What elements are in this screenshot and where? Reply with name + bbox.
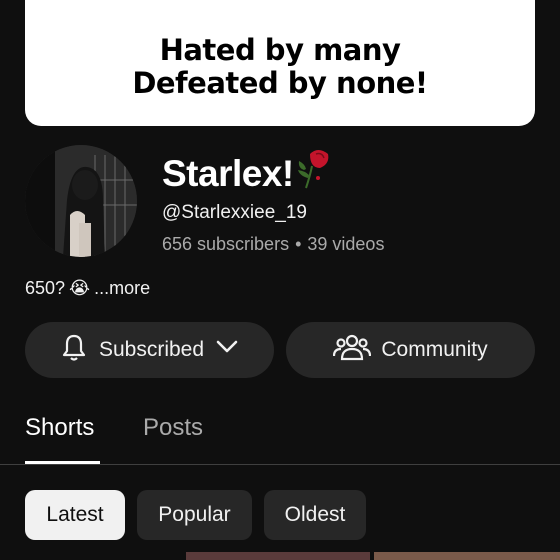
filter-chip-oldest[interactable]: Oldest (264, 490, 366, 540)
short-thumbnail[interactable] (374, 552, 560, 560)
stats-separator: • (295, 234, 302, 254)
more-link[interactable]: ...more (94, 278, 150, 299)
filter-chip-popular[interactable]: Popular (137, 490, 252, 540)
banner-text-line2: Defeated by none! (132, 66, 428, 100)
subscribed-button[interactable]: Subscribed (25, 322, 274, 378)
community-icon (333, 332, 372, 368)
rose-icon (296, 148, 332, 199)
channel-stats: 656 subscribers • 39 videos (162, 234, 384, 255)
community-label: Community (381, 338, 488, 361)
channel-name: Starlex! (162, 152, 294, 194)
subscriber-count: 656 subscribers (162, 234, 290, 254)
banner-text-line1: Hated by many (159, 33, 401, 67)
channel-name-row: Starlex! (162, 148, 332, 199)
short-thumbnail[interactable] (186, 552, 370, 560)
filter-chip-latest[interactable]: Latest (25, 490, 125, 540)
avatar[interactable] (25, 145, 137, 257)
crying-emoji: 😭 (69, 278, 91, 298)
subscribed-label: Subscribed (98, 338, 205, 361)
avatar-image (25, 145, 137, 257)
tab-divider (0, 464, 560, 465)
channel-banner: Hated by many Defeated by none! (25, 0, 535, 126)
tab-posts[interactable]: Posts (143, 414, 203, 442)
tab-shorts[interactable]: Shorts (25, 414, 94, 442)
description-text: 650? (25, 278, 66, 298)
channel-handle: @Starlexxiee_19 (162, 202, 307, 223)
video-count: 39 videos (307, 234, 385, 254)
bell-icon (59, 332, 89, 368)
community-button[interactable]: Community (286, 322, 535, 378)
channel-description[interactable]: 650? 😭 ...more (25, 278, 150, 299)
chevron-down-icon (214, 334, 240, 366)
